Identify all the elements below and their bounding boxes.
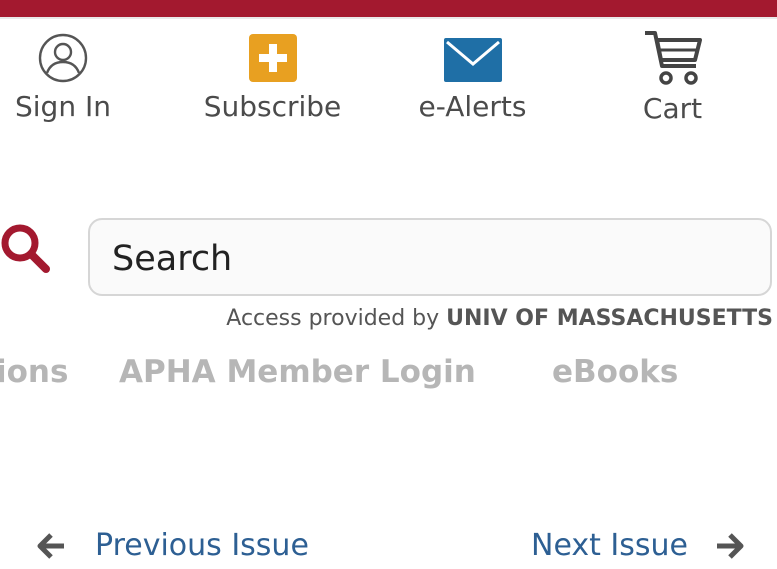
e-alerts-link[interactable]: e-Alerts	[410, 38, 535, 123]
top-bar-shadow	[0, 17, 777, 19]
e-alerts-label: e-Alerts	[418, 90, 527, 123]
subscribe-label: Subscribe	[203, 90, 342, 123]
user-circle-icon	[38, 33, 88, 83]
next-issue-label: Next Issue	[531, 528, 689, 563]
sign-in-link[interactable]: Sign In	[0, 32, 126, 123]
cart-label: Cart	[642, 92, 703, 125]
search-box[interactable]	[88, 218, 772, 296]
institution-name: UNIV OF MASSACHUSETTS	[446, 306, 773, 331]
previous-issue-label: Previous Issue	[95, 528, 309, 563]
cart-icon	[644, 31, 702, 85]
search-icon[interactable]	[0, 223, 52, 275]
access-prefix: Access provided by	[226, 306, 440, 331]
plus-square-icon	[248, 34, 297, 82]
cart-link[interactable]: Cart	[625, 28, 720, 125]
sign-in-label: Sign In	[15, 90, 111, 123]
nav-item-partial[interactable]: ions	[0, 354, 68, 390]
next-issue-link[interactable]: Next Issue	[531, 528, 744, 563]
arrow-right-icon	[717, 532, 744, 559]
envelope-icon	[443, 38, 502, 82]
nav-item-ebooks[interactable]: eBooks	[552, 354, 678, 390]
subscribe-link[interactable]: Subscribe	[200, 34, 345, 123]
nav-item-apha-member-login[interactable]: APHA Member Login	[119, 354, 476, 390]
search-input[interactable]	[110, 232, 754, 286]
arrow-left-icon	[37, 532, 64, 559]
access-provided-by: Access provided by UNIV OF MASSACHUSETTS	[226, 306, 773, 331]
previous-issue-link[interactable]: Previous Issue	[37, 528, 309, 563]
top-brand-bar	[0, 0, 777, 17]
